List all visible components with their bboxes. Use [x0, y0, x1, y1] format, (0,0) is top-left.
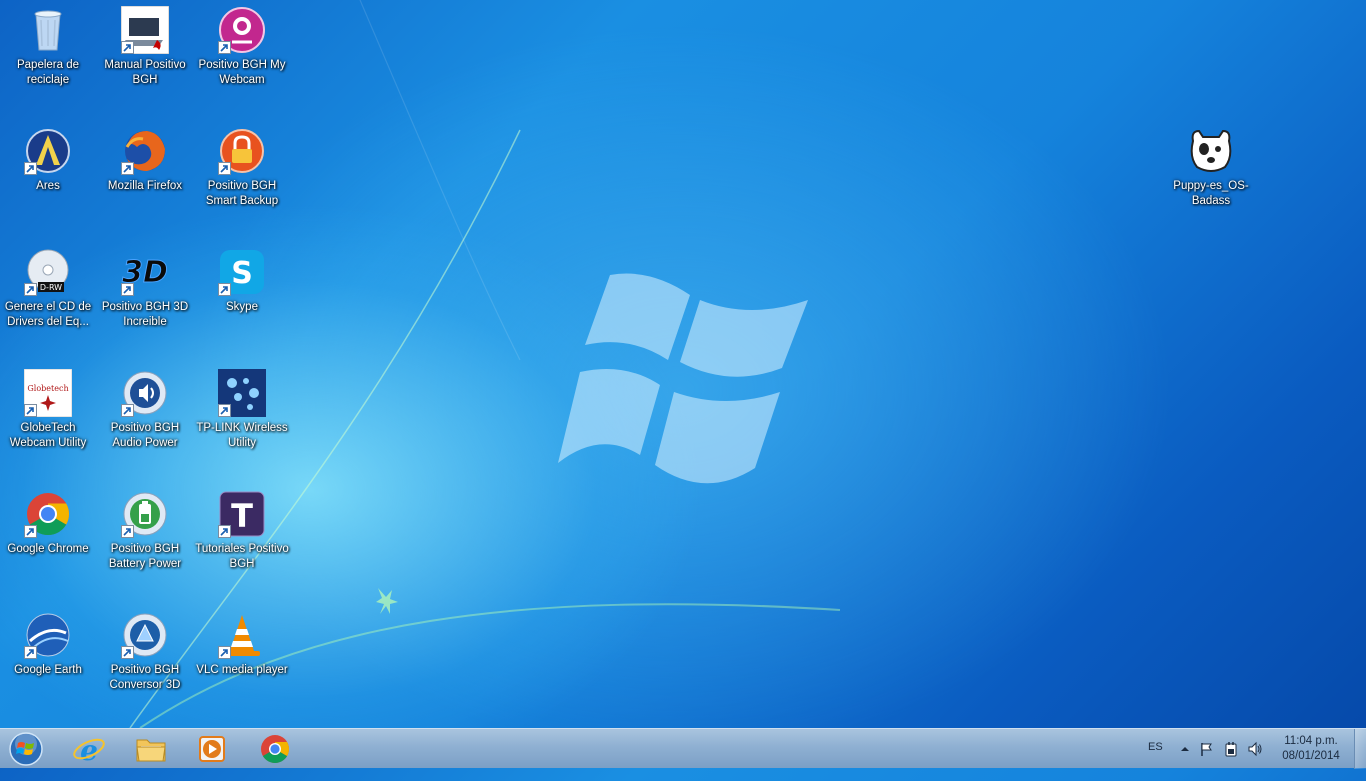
shortcut-arrow-icon: [24, 646, 37, 659]
desktop-icon-skype[interactable]: S Skype: [194, 242, 290, 342]
start-button[interactable]: [4, 731, 48, 767]
desktop-icon-label: Positivo BGH Conversor 3D: [109, 664, 181, 691]
puppy-icon: [1190, 129, 1232, 172]
desktop-icon-manual-positivo[interactable]: Manual Positivo BGH: [97, 0, 193, 100]
shortcut-arrow-icon: [218, 404, 231, 417]
desktop-icon-label: TP-LINK Wireless Utility: [196, 422, 288, 449]
desktop-icon-conversor-3d[interactable]: Positivo BGH Conversor 3D: [97, 605, 193, 705]
desktop-icon-label: Ares: [36, 180, 60, 192]
shortcut-arrow-icon: [218, 283, 231, 296]
desktop-icon-label: Mozilla Firefox: [107, 180, 183, 192]
svg-text:e: e: [80, 734, 98, 766]
shortcut-arrow-icon: [121, 525, 134, 538]
shortcut-arrow-icon: [218, 646, 231, 659]
desktop-icon-google-chrome[interactable]: Google Chrome: [0, 484, 96, 584]
clock[interactable]: 11:04 p.m. 08/01/2014: [1274, 734, 1348, 764]
desktop-icon-label: VLC media player: [196, 664, 288, 676]
desktop-icon-audio-power[interactable]: Positivo BGH Audio Power: [97, 363, 193, 463]
desktop-icon-vlc[interactable]: VLC media player: [194, 605, 290, 705]
speaker-icon: [1248, 741, 1262, 757]
desktop-icon-mozilla-firefox[interactable]: Mozilla Firefox: [97, 121, 193, 221]
svg-text:D-RW: D-RW: [40, 283, 62, 292]
desktop-icon-smart-backup[interactable]: Positivo BGH Smart Backup: [194, 121, 290, 221]
desktop-icon-tplink[interactable]: TP-LINK Wireless Utility: [194, 363, 290, 463]
clock-time: 11:04 p.m.: [1284, 735, 1338, 747]
desktop-icon-label: Google Earth: [14, 664, 82, 676]
desktop-icon-battery-power[interactable]: Positivo BGH Battery Power: [97, 484, 193, 584]
desktop-icon-tutoriales[interactable]: T Tutoriales Positivo BGH: [194, 484, 290, 584]
shortcut-arrow-icon: [218, 41, 231, 54]
desktop-icon-recycle-bin[interactable]: Papelera de reciclaje: [0, 0, 96, 100]
desktop-icon-label: Skype: [226, 301, 258, 313]
folder-icon: [136, 739, 166, 762]
desktop-icon-label: Papelera de reciclaje: [16, 59, 80, 86]
desktop-icon-label: Genere el CD de Drivers del Eq...: [4, 301, 92, 328]
taskbar-app-windows-explorer[interactable]: [126, 732, 176, 766]
svg-text:T: T: [231, 497, 253, 535]
show-desktop-button[interactable]: [1354, 729, 1366, 769]
action-center-button[interactable]: [1199, 741, 1215, 757]
desktop-icon-label: Positivo BGH Battery Power: [108, 543, 182, 570]
desktop-icon-label: Positivo BGH 3D Increible: [101, 301, 189, 328]
language-indicator[interactable]: ES: [1148, 741, 1163, 781]
shortcut-arrow-icon: [24, 525, 37, 538]
shortcut-arrow-icon: [218, 525, 231, 538]
windows-orb-icon: [9, 732, 43, 766]
taskbar-app-internet-explorer[interactable]: e: [64, 732, 114, 766]
desktop-icon-label: Tutoriales Positivo BGH: [195, 543, 289, 570]
battery-plug-icon: [1225, 742, 1237, 757]
desktop-icon-label: Google Chrome: [7, 543, 89, 555]
shortcut-arrow-icon: [24, 404, 37, 417]
internet-explorer-icon: e: [73, 734, 105, 766]
chrome-icon: [261, 735, 289, 763]
taskbar: e ES 11:04 p.m. 08/01/2014: [0, 728, 1366, 769]
shortcut-arrow-icon: [218, 162, 231, 175]
desktop-icon-label: Positivo BGH Smart Backup: [205, 180, 279, 207]
shortcut-arrow-icon: [121, 283, 134, 296]
svg-text:Globetech: Globetech: [27, 384, 68, 393]
shortcut-arrow-icon: [121, 646, 134, 659]
desktop[interactable]: Papelera de reciclaje Ares D-RW Genere e…: [0, 0, 1366, 728]
desktop-icon-label: Positivo BGH Audio Power: [110, 422, 180, 449]
chevron-up-icon: [1181, 747, 1189, 751]
desktop-icon-label: Manual Positivo BGH: [104, 59, 186, 86]
desktop-icon-google-earth[interactable]: Google Earth: [0, 605, 96, 705]
taskbar-app-media-player[interactable]: [187, 732, 237, 766]
desktop-icon-label: Puppy-es_OS-Badass: [1173, 180, 1249, 207]
recycle-bin-icon: [34, 10, 62, 51]
flag-icon: [1201, 743, 1212, 756]
desktop-icon-puppy[interactable]: Puppy-es_OS-Badass: [1163, 121, 1259, 221]
show-hidden-icons-button[interactable]: [1177, 741, 1193, 757]
taskbar-app-google-chrome[interactable]: [250, 732, 300, 766]
clock-date: 08/01/2014: [1282, 750, 1340, 762]
shortcut-arrow-icon: [24, 162, 37, 175]
svg-text:S: S: [231, 256, 253, 291]
shortcut-arrow-icon: [121, 162, 134, 175]
desktop-icon-my-webcam[interactable]: Positivo BGH My Webcam: [194, 0, 290, 100]
shortcut-arrow-icon: [121, 41, 134, 54]
volume-button[interactable]: [1247, 741, 1263, 757]
desktop-icon-drivers-cd[interactable]: D-RW Genere el CD de Drivers del Eq...: [0, 242, 96, 342]
desktop-icon-positivo-3d[interactable]: 3D Positivo BGH 3D Increible: [97, 242, 193, 342]
desktop-icon-ares[interactable]: Ares: [0, 121, 96, 221]
desktop-icon-label: GlobeTech Webcam Utility: [9, 422, 87, 449]
shortcut-arrow-icon: [121, 404, 134, 417]
desktop-icon-globetech[interactable]: Globetech GlobeTech Webcam Utility: [0, 363, 96, 463]
desktop-icon-label: Positivo BGH My Webcam: [198, 59, 286, 86]
media-player-icon: [199, 736, 225, 762]
power-button[interactable]: [1223, 741, 1239, 757]
shortcut-arrow-icon: [24, 283, 37, 296]
